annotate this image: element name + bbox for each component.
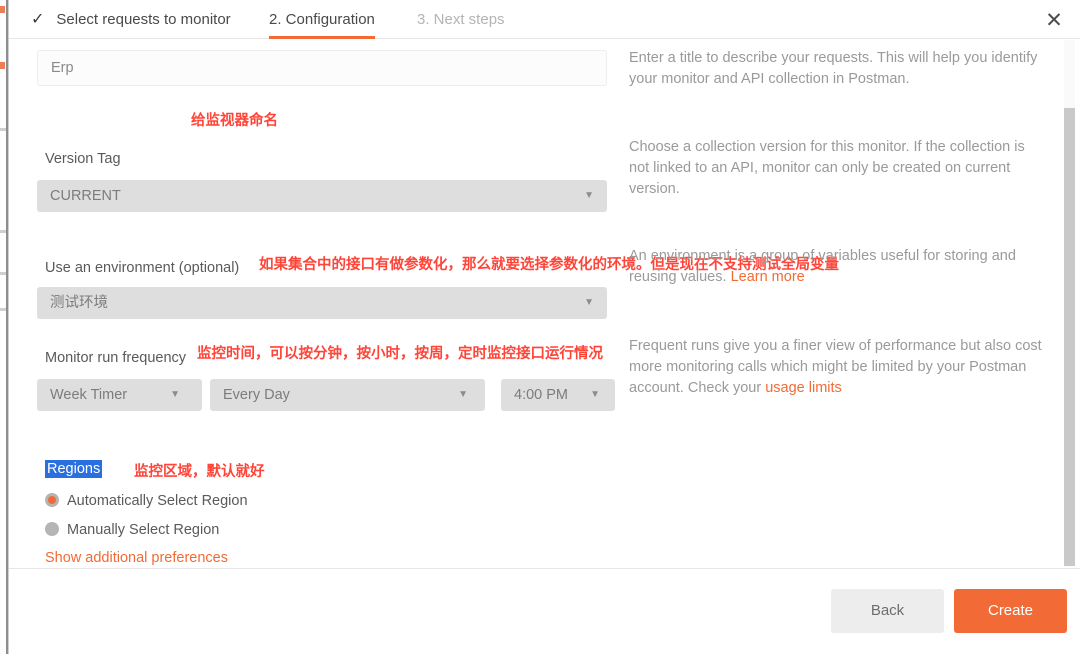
wizard-step-header: ✓ Select requests to monitor 2. Configura…: [9, 0, 1080, 39]
wizard-tab-next-steps-label: 3. Next steps: [417, 11, 505, 28]
bg-accent-mark: [0, 6, 5, 13]
environment-select[interactable]: 测试环境 ▼: [37, 287, 607, 319]
wizard-tab-configuration[interactable]: 2. Configuration: [269, 0, 375, 39]
help-text-version: Choose a collection version for this mon…: [629, 139, 1025, 197]
help-text-monitor-name: Enter a title to describe your requests.…: [629, 50, 1038, 87]
annotation-frequency: 监控时间，可以按分钟，按小时，按周，定时监控接口运行情况: [197, 346, 603, 362]
region-option-automatic-label: Automatically Select Region: [67, 493, 248, 509]
configuration-scroll-area[interactable]: Erp 给监视器命名 Version Tag CURRENT ▼ Use an …: [9, 39, 1080, 568]
version-tag-select[interactable]: CURRENT ▼: [37, 180, 607, 212]
help-text-environment: An environment is a group of variables u…: [629, 246, 1047, 288]
check-icon: ✓: [31, 11, 45, 28]
environment-value: 测试环境: [50, 295, 108, 311]
vertical-scrollbar-thumb[interactable]: [1064, 108, 1075, 566]
region-option-automatic[interactable]: Automatically Select Region: [45, 490, 248, 512]
annotation-monitor-name: 给监视器命名: [191, 113, 278, 129]
monitor-setup-modal: ✓ Select requests to monitor 2. Configura…: [8, 0, 1080, 654]
chevron-down-icon: ▼: [170, 389, 180, 400]
help-text-frequency: Frequent runs give you a finer view of p…: [629, 336, 1047, 399]
chevron-down-icon: ▼: [590, 389, 600, 400]
monitor-frequency-label: Monitor run frequency: [45, 350, 187, 366]
configuration-form: Erp 给监视器命名 Version Tag CURRENT ▼ Use an …: [9, 39, 1055, 568]
version-tag-value: CURRENT: [50, 188, 121, 204]
chevron-down-icon: ▼: [584, 297, 594, 308]
regions-label: Regions: [45, 460, 103, 478]
annotation-regions: 监控区域，默认就好: [134, 464, 265, 480]
region-option-manual[interactable]: Manually Select Region: [45, 519, 219, 541]
radio-selected-icon: [45, 493, 59, 507]
bg-accent-mark: [0, 62, 5, 69]
background-page-sliver: [0, 0, 8, 654]
learn-more-link[interactable]: Learn more: [731, 269, 805, 285]
chevron-down-icon: ▼: [458, 389, 468, 400]
wizard-tab-next-steps[interactable]: 3. Next steps: [417, 0, 505, 39]
frequency-time-select[interactable]: 4:00 PM ▼: [501, 379, 615, 411]
monitor-name-input[interactable]: Erp: [37, 50, 607, 86]
close-icon[interactable]: ✕: [1042, 8, 1066, 32]
radio-unselected-icon: [45, 522, 59, 536]
frequency-unit-select[interactable]: Week Timer ▼: [37, 379, 202, 411]
region-option-manual-label: Manually Select Region: [67, 522, 220, 538]
frequency-time-value: 4:00 PM: [514, 387, 568, 403]
create-button[interactable]: Create: [954, 589, 1067, 633]
environment-label: Use an environment (optional): [45, 260, 240, 276]
frequency-unit-value: Week Timer: [50, 387, 128, 403]
back-button[interactable]: Back: [831, 589, 944, 633]
frequency-day-value: Every Day: [223, 387, 290, 403]
help-text-environment-body: An environment is a group of variables u…: [629, 248, 1016, 285]
frequency-day-select[interactable]: Every Day ▼: [210, 379, 485, 411]
wizard-tab-select-requests-label: Select requests to monitor: [56, 11, 231, 28]
chevron-down-icon: ▼: [584, 190, 594, 201]
wizard-tab-configuration-label: 2. Configuration: [269, 11, 375, 28]
version-tag-label: Version Tag: [45, 151, 121, 167]
modal-footer: Back Create: [9, 568, 1080, 654]
wizard-tab-select-requests[interactable]: ✓ Select requests to monitor: [31, 0, 231, 39]
usage-limits-link[interactable]: usage limits: [765, 380, 842, 396]
show-additional-preferences-link[interactable]: Show additional preferences: [45, 550, 228, 566]
